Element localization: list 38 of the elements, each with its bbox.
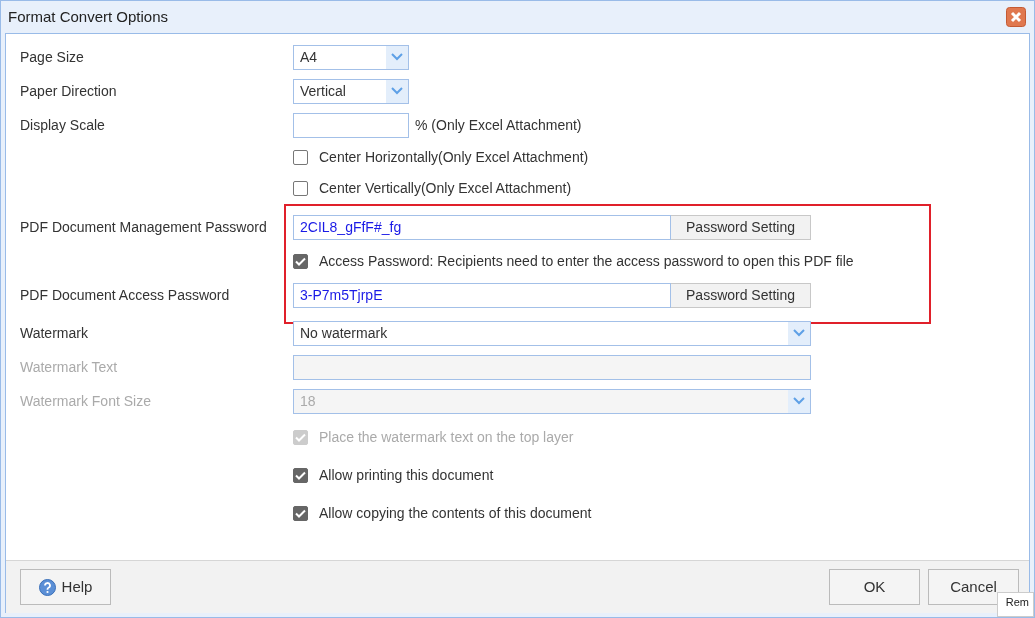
checkbox[interactable] [293, 181, 308, 196]
field-label: PDF Document Management Password [20, 217, 268, 237]
hint-text: % (Only Excel Attachment) [415, 115, 582, 135]
checkbox[interactable] [293, 467, 308, 483]
input-field[interactable] [293, 112, 409, 138]
chevron-down-icon [793, 329, 805, 337]
checkbox-label: Center Vertically(Only Excel Attachment) [319, 179, 572, 198]
password-setting-button[interactable]: Password Setting [671, 214, 811, 240]
field-label: Paper Direction [20, 81, 118, 101]
dropdown[interactable]: Vertical [293, 78, 409, 104]
checkbox-label: Place the watermark text on the top layer [319, 427, 574, 447]
window-title: Format Convert Options [8, 6, 169, 27]
checkbox[interactable] [293, 505, 308, 521]
chevron-down-icon [391, 87, 403, 95]
dropdown[interactable]: A4 [293, 44, 409, 70]
dialog-button[interactable]: OK [829, 569, 920, 605]
checkbox[interactable] [293, 150, 308, 165]
dropdown: 18 [293, 388, 811, 414]
checkbox-label: Access Password: Recipients need to enter the access password to open this PDF file [319, 251, 854, 271]
field-label: Page Size [20, 47, 85, 67]
checkbox-label: Center Horizontally(Only Excel Attachment) [319, 148, 589, 167]
field-label: Watermark Text [20, 357, 119, 377]
password-setting-button[interactable]: Password Setting [671, 282, 811, 308]
chevron-down-icon [793, 397, 805, 405]
close-icon[interactable] [1006, 7, 1026, 27]
chevron-down-icon [391, 53, 403, 61]
dropdown[interactable]: No watermark [293, 320, 811, 346]
field-label: Watermark Font Size [20, 391, 152, 411]
password-field[interactable]: 2CIL8_gFfF#_fg [293, 214, 671, 240]
checkbox-label: Allow copying the contents of this document [319, 503, 592, 523]
checkbox[interactable] [293, 253, 308, 269]
field-label: PDF Document Access Password [20, 285, 231, 305]
field-label: Display Scale [20, 115, 106, 135]
help-icon [38, 578, 56, 596]
checkbox-label: Allow printing this document [319, 465, 494, 485]
password-field[interactable]: 3-P7m5TjrpE [293, 282, 671, 308]
help-button[interactable]: Help [20, 569, 111, 605]
field-label: Watermark [20, 323, 89, 343]
